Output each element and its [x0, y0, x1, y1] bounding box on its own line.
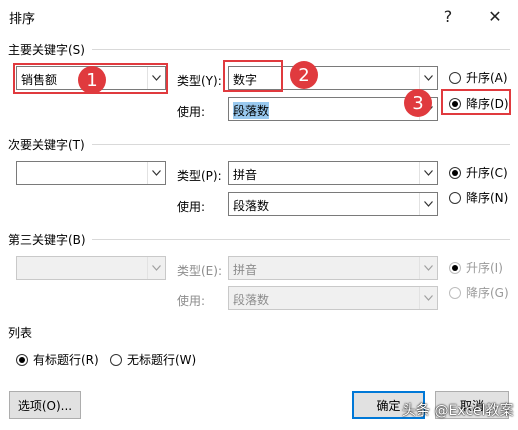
secondary-type-label: 类型(P):: [177, 169, 222, 183]
radio-icon: [449, 286, 461, 299]
tertiary-use-select[interactable]: 段落数: [228, 286, 438, 310]
primary-divider: [92, 49, 510, 50]
annotation-box-2: [223, 60, 283, 92]
secondary-desc-radio[interactable]: 降序(N): [449, 189, 508, 206]
chevron-down-icon: [419, 67, 437, 89]
chevron-down-icon: [419, 287, 437, 309]
tertiary-asc-radio[interactable]: 升序(I): [449, 259, 503, 276]
radio-icon: [110, 353, 122, 366]
radio-selected-icon: [449, 261, 461, 274]
primary-use-label: 使用:: [177, 105, 206, 119]
close-icon: ✕: [488, 6, 502, 26]
secondary-desc-label: 降序(N): [466, 191, 509, 205]
secondary-use-select[interactable]: 段落数: [228, 192, 438, 216]
secondary-use-value: 段落数: [233, 199, 270, 213]
radio-icon: [449, 191, 461, 204]
secondary-divider: [92, 144, 510, 145]
options-button[interactable]: 选项(O)...: [9, 391, 81, 419]
secondary-use-label: 使用:: [177, 200, 206, 214]
secondary-key-select[interactable]: [16, 161, 166, 185]
tertiary-type-label: 类型(E):: [177, 264, 222, 278]
tertiary-divider: [92, 239, 510, 240]
secondary-key-label: 次要关键字(T): [8, 138, 85, 152]
annotation-badge-1: 1: [78, 66, 106, 94]
tertiary-desc-radio[interactable]: 降序(G): [449, 284, 509, 301]
watermark-text: 头条 @Excel教案: [402, 403, 514, 419]
primary-type-label: 类型(Y):: [177, 74, 222, 88]
primary-key-label: 主要关键字(S): [8, 43, 85, 57]
chevron-down-icon: [419, 162, 437, 184]
chevron-down-icon: [419, 193, 437, 215]
no-header-row-radio[interactable]: 无标题行(W): [110, 351, 196, 368]
tertiary-type-select[interactable]: 拼音: [228, 256, 438, 280]
tertiary-type-value: 拼音: [233, 263, 258, 277]
tertiary-desc-label: 降序(G): [466, 286, 509, 300]
help-button[interactable]: ?: [433, 4, 463, 28]
list-section-label: 列表: [8, 326, 33, 340]
radio-icon: [449, 71, 461, 84]
header-row-label: 有标题行(R): [33, 353, 99, 367]
header-row-radio[interactable]: 有标题行(R): [16, 351, 99, 368]
tertiary-use-label: 使用:: [177, 294, 206, 308]
annotation-badge-3: 3: [404, 89, 432, 117]
annotation-box-3: [441, 89, 511, 115]
primary-use-value: 段落数: [233, 102, 270, 119]
tertiary-use-value: 段落数: [233, 293, 270, 307]
radio-selected-icon: [449, 166, 461, 179]
tertiary-asc-label: 升序(I): [466, 261, 503, 275]
tertiary-key-select[interactable]: [16, 256, 166, 280]
dialog-title: 排序: [9, 12, 36, 27]
radio-selected-icon: [16, 353, 28, 366]
tertiary-key-label: 第三关键字(B): [8, 233, 86, 247]
title-bar: 排序 ? ✕: [0, 0, 518, 32]
secondary-asc-label: 升序(C): [466, 166, 508, 180]
secondary-type-value: 拼音: [233, 168, 258, 182]
chevron-down-icon: [147, 257, 165, 279]
secondary-type-select[interactable]: 拼音: [228, 161, 438, 185]
annotation-badge-2: 2: [290, 61, 318, 89]
primary-asc-label: 升序(A): [466, 71, 508, 85]
chevron-down-icon: [147, 162, 165, 184]
secondary-asc-radio[interactable]: 升序(C): [449, 164, 508, 181]
chevron-down-icon: [419, 257, 437, 279]
close-button[interactable]: ✕: [480, 4, 510, 28]
no-header-row-label: 无标题行(W): [127, 353, 197, 367]
primary-asc-radio[interactable]: 升序(A): [449, 69, 508, 86]
